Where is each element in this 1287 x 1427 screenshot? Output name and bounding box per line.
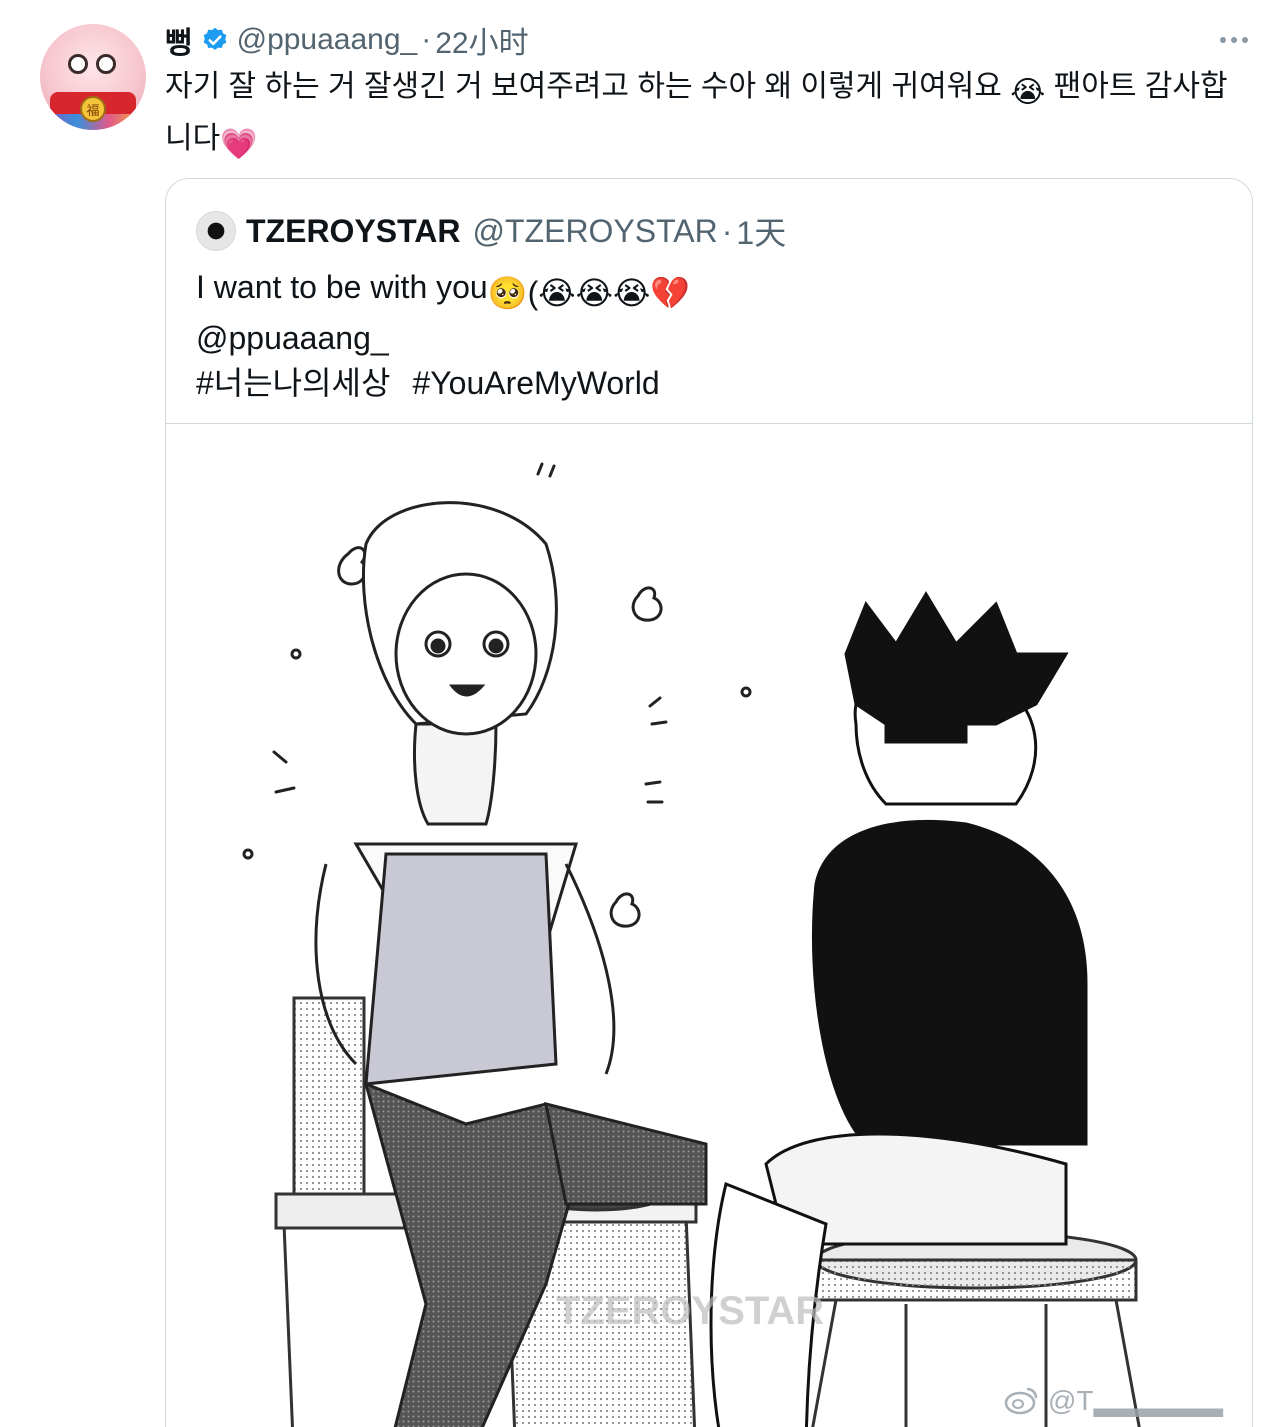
quoted-line-1-text: I want to be with you (196, 269, 488, 305)
quoted-tweet-header: TZEROYSTAR @TZEROYSTAR · 1天 (196, 209, 786, 253)
quoted-author-avatar[interactable] (196, 211, 236, 251)
more-dot (1242, 37, 1248, 43)
quoted-mention[interactable]: @ppuaaang_ (196, 316, 1216, 361)
quoted-author-name[interactable]: TZEROYSTAR (246, 213, 461, 250)
crying-face-emoji: 😭 (1010, 76, 1046, 109)
tweet-text-main: 자기 잘 하는 거 잘생긴 거 보여주려고 하는 수아 왜 이렇게 귀여워요 (165, 70, 1011, 103)
header-separator: · (421, 23, 432, 56)
tweet-text: 자기 잘 하는 거 잘생긴 거 보여주려고 하는 수아 왜 이렇게 귀여워요 😭… (165, 64, 1245, 168)
quoted-tweet-text: I want to be with you🥺(😭😭😭💔 @ppuaaang_ #… (196, 265, 1216, 406)
quoted-hashtags: #너는나의세상 #YouAreMyWorld (196, 361, 1216, 406)
quoted-tweet[interactable]: TZEROYSTAR @TZEROYSTAR · 1天 I want to be… (165, 178, 1253, 1427)
quoted-emoji-sequence: 🥺(😭😭😭💔 (487, 275, 691, 311)
weibo-logo-icon (1004, 1387, 1038, 1415)
quoted-media-image[interactable]: TZEROYSTAR (166, 423, 1252, 1427)
image-watermark: TZEROYSTAR (556, 1289, 824, 1333)
verified-badge-icon (201, 26, 229, 54)
more-dot (1220, 37, 1226, 43)
quoted-tweet-timestamp[interactable]: 1天 (736, 208, 786, 254)
author-avatar[interactable]: 福 (40, 24, 146, 130)
weibo-watermark: @T▂▂▂▂▂▂ (1004, 1380, 1223, 1420)
growing-heart-emoji: 💗 (220, 128, 258, 161)
more-options-icon[interactable] (1214, 28, 1254, 52)
avatar-eye-left (68, 54, 88, 74)
fanart-illustration: TZEROYSTAR (242, 462, 1141, 1427)
watermark-text: @T▂▂▂▂▂▂ (1048, 1384, 1223, 1416)
quoted-line-1: I want to be with you🥺(😭😭😭💔 (196, 265, 1216, 316)
author-display-name[interactable]: 뻥 (165, 18, 193, 62)
tweet-header: 뻥 @ppuaaang_ · 22小时 (165, 20, 529, 60)
hashtag-link[interactable]: #YouAreMyWorld (412, 365, 659, 401)
avatar-eye-right (96, 54, 116, 74)
avatar-coin: 福 (80, 96, 106, 122)
tweet-timestamp[interactable]: 22小时 (435, 18, 528, 62)
hashtag-link[interactable]: #너는나의세상 (196, 365, 390, 401)
quoted-author-handle[interactable]: @TZEROYSTAR (473, 213, 718, 250)
more-dot (1231, 37, 1237, 43)
tweet-card: 福 뻥 @ppuaaang_ · 22小时 자기 잘 하는 거 잘생긴 거 보여… (0, 0, 1287, 1427)
author-handle[interactable]: @ppuaaang_ (237, 23, 418, 57)
quoted-header-separator: · (721, 212, 733, 249)
